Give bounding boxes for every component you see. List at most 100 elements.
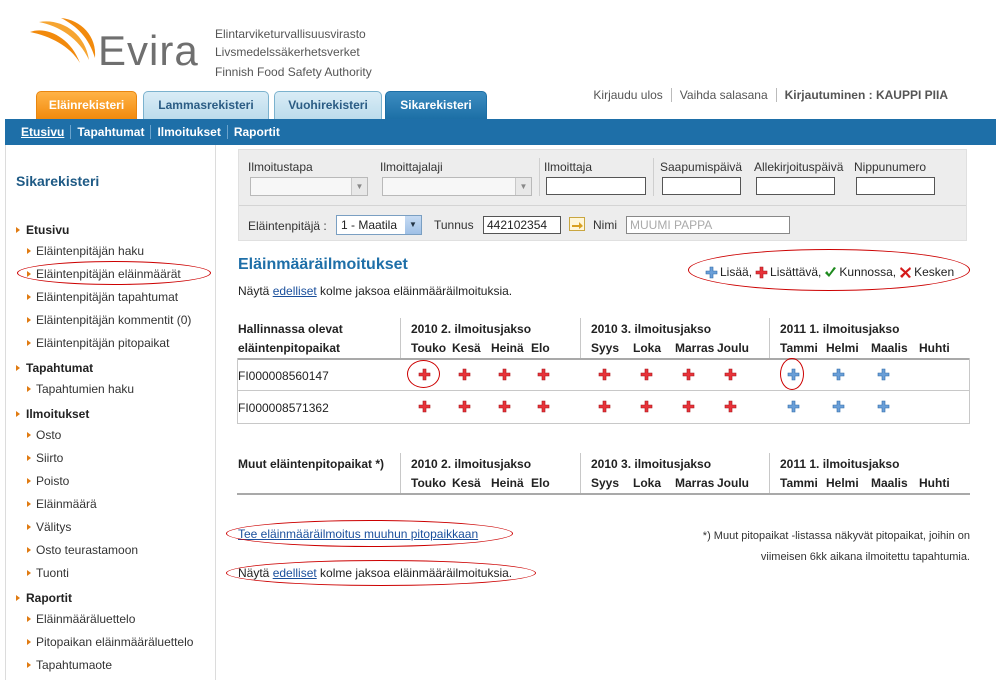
plus-red-icon[interactable] [640, 400, 653, 413]
plus-red-icon[interactable] [682, 400, 695, 413]
sidebar-item-siirto[interactable]: Siirto [26, 451, 63, 465]
plus-blue-icon[interactable] [787, 400, 800, 413]
ilmoitustapa-label: Ilmoitustapa [248, 160, 313, 174]
sidebar-item-elaintenpitajan-pitopaikat[interactable]: Eläintenpitäjän pitopaikat [26, 336, 169, 350]
plus-red-icon[interactable] [458, 368, 471, 381]
ilmoitustapa-select[interactable]: ▼ [250, 177, 368, 196]
sidebar-item-tapahtumien-haku[interactable]: Tapahtumien haku [26, 382, 134, 396]
plus-red-icon[interactable] [498, 368, 511, 381]
period-title: 2010 3. ilmoitusjakso [591, 322, 712, 336]
allekirjoituspaiva-label: Allekirjoituspäivä [754, 160, 844, 174]
sidebar-item-pitopaikan-elainmaaraluettelo[interactable]: Pitopaikan eläinmääräluettelo [26, 635, 193, 649]
plus-red-icon[interactable] [598, 368, 611, 381]
table1-header-line2: eläintenpitopaikat [238, 341, 341, 355]
sidebar-item-elaintenpitajan-kommentit[interactable]: Eläintenpitäjän kommentit (0) [26, 313, 191, 327]
period-title: 2011 1. ilmoitusjakso [780, 457, 900, 471]
user-links: Kirjaudu ulos Vaihda salasana Kirjautumi… [585, 88, 956, 102]
highlight-ellipse [780, 358, 804, 390]
sidebar-item-osto[interactable]: Osto [26, 428, 61, 442]
plus-blue-icon[interactable] [877, 400, 890, 413]
owner-type-select[interactable]: 1 - Maatila ▼ [336, 215, 422, 235]
ilmoittaja-label: Ilmoittaja [544, 160, 593, 174]
month-header: Heinä [491, 341, 524, 355]
ilmoittaja-input[interactable] [546, 177, 646, 195]
plus-red-icon[interactable] [682, 368, 695, 381]
divider [237, 423, 970, 424]
tab-lammasrekisteri[interactable]: Lammasrekisteri [143, 91, 269, 119]
sidebar-item-osto-teurastamoon[interactable]: Osto teurastamoon [26, 543, 138, 557]
nav-etusivu[interactable]: Etusivu [15, 125, 70, 139]
show-previous-link[interactable]: edelliset [273, 284, 317, 298]
tunnus-label: Tunnus [434, 218, 474, 232]
agency-name-fi: Elintarviketurvallisuusvirasto [215, 27, 366, 41]
main-nav: Etusivu Tapahtumat Ilmoitukset Raportit [5, 119, 996, 145]
highlight-ellipse [17, 261, 211, 285]
nav-raportit[interactable]: Raportit [226, 125, 286, 139]
chevron-down-icon: ▼ [351, 178, 367, 195]
saapumispaiva-input[interactable] [662, 177, 741, 195]
month-header: Marras [675, 476, 715, 490]
table1-header-line1: Hallinnassa olevat [238, 322, 343, 336]
footnote-line1: *) Muut pitopaikat -listassa näkyvät pit… [702, 530, 970, 542]
highlight-ellipse [688, 249, 970, 291]
sidebar-item-elaintenpitajan-haku[interactable]: Eläintenpitäjän haku [26, 244, 144, 258]
plus-red-icon[interactable] [724, 400, 737, 413]
plus-blue-icon[interactable] [832, 368, 845, 381]
sidebar-item-elainmaaraluettelo[interactable]: Eläinmääräluettelo [26, 612, 135, 626]
plus-red-icon[interactable] [724, 368, 737, 381]
plus-blue-icon[interactable] [877, 368, 890, 381]
tab-elainrekisteri[interactable]: Eläinrekisteri [36, 91, 137, 119]
sidebar-item-tuonti[interactable]: Tuonti [27, 566, 69, 580]
month-header: Kesä [452, 476, 481, 490]
divider [237, 390, 970, 391]
period-title: 2010 3. ilmoitusjakso [591, 457, 712, 471]
plus-blue-icon[interactable] [832, 400, 845, 413]
sidebar-section-ilmoitukset[interactable]: Ilmoitukset [15, 407, 89, 421]
month-header: Marras [675, 341, 715, 355]
logout-link[interactable]: Kirjaudu ulos [585, 88, 670, 102]
sidebar-item-poisto[interactable]: Poisto [26, 474, 69, 488]
nav-ilmoitukset[interactable]: Ilmoitukset [150, 125, 226, 139]
highlight-ellipse [407, 360, 440, 388]
month-header: Syys [591, 476, 620, 490]
nippunumero-label: Nippunumero [854, 160, 927, 174]
nav-tapahtumat[interactable]: Tapahtumat [70, 125, 150, 139]
month-header: Touko [411, 341, 447, 355]
plus-red-icon[interactable] [537, 400, 550, 413]
refresh-icon[interactable] [569, 217, 585, 231]
ilmoittajalaji-select[interactable]: ▼ [382, 177, 532, 196]
month-header: Huhti [919, 476, 950, 490]
tab-sikarekisteri[interactable]: Sikarekisteri [385, 91, 487, 119]
sidebar-section-tapahtumat[interactable]: Tapahtumat [15, 361, 93, 375]
month-header: Loka [633, 341, 662, 355]
allekirjoituspaiva-input[interactable] [756, 177, 835, 195]
login-info: Kirjautuminen : KAUPPI PIIA [775, 88, 956, 102]
plus-red-icon[interactable] [598, 400, 611, 413]
plus-red-icon[interactable] [537, 368, 550, 381]
sidebar-section-etusivu[interactable]: Etusivu [15, 223, 69, 237]
sidebar-item-elaintenpitajan-tapahtumat[interactable]: Eläintenpitäjän tapahtumat [26, 290, 178, 304]
owner-label: Eläintenpitäjä : [248, 219, 327, 233]
nimi-input: MUUMI PAPPA [626, 216, 790, 234]
period-title: 2010 2. ilmoitusjakso [411, 322, 532, 336]
nippunumero-input[interactable] [856, 177, 935, 195]
change-password-link[interactable]: Vaihda salasana [670, 88, 776, 102]
tab-vuohirekisteri[interactable]: Vuohirekisteri [274, 91, 382, 119]
divider [769, 318, 770, 358]
tunnus-input[interactable]: 442102354 [483, 216, 561, 234]
chevron-down-icon: ▼ [515, 178, 531, 195]
month-header: Helmi [826, 476, 859, 490]
sidebar-item-valitys[interactable]: Välitys [26, 520, 71, 534]
period-title: 2011 1. ilmoitusjakso [780, 322, 900, 336]
plus-red-icon[interactable] [498, 400, 511, 413]
plus-red-icon[interactable] [458, 400, 471, 413]
footnote-line2: viimeisen 6kk aikana ilmoitettu tapahtum… [760, 551, 970, 563]
plus-red-icon[interactable] [640, 368, 653, 381]
plus-red-icon[interactable] [418, 400, 431, 413]
chevron-down-icon: ▼ [405, 216, 421, 234]
sidebar-item-tapahtumaote[interactable]: Tapahtumaote [26, 658, 112, 672]
month-header: Helmi [826, 341, 859, 355]
month-header: Heinä [491, 476, 524, 490]
sidebar-item-elainmaara[interactable]: Eläinmäärä [27, 497, 97, 511]
sidebar-section-raportit[interactable]: Raportit [16, 591, 72, 605]
